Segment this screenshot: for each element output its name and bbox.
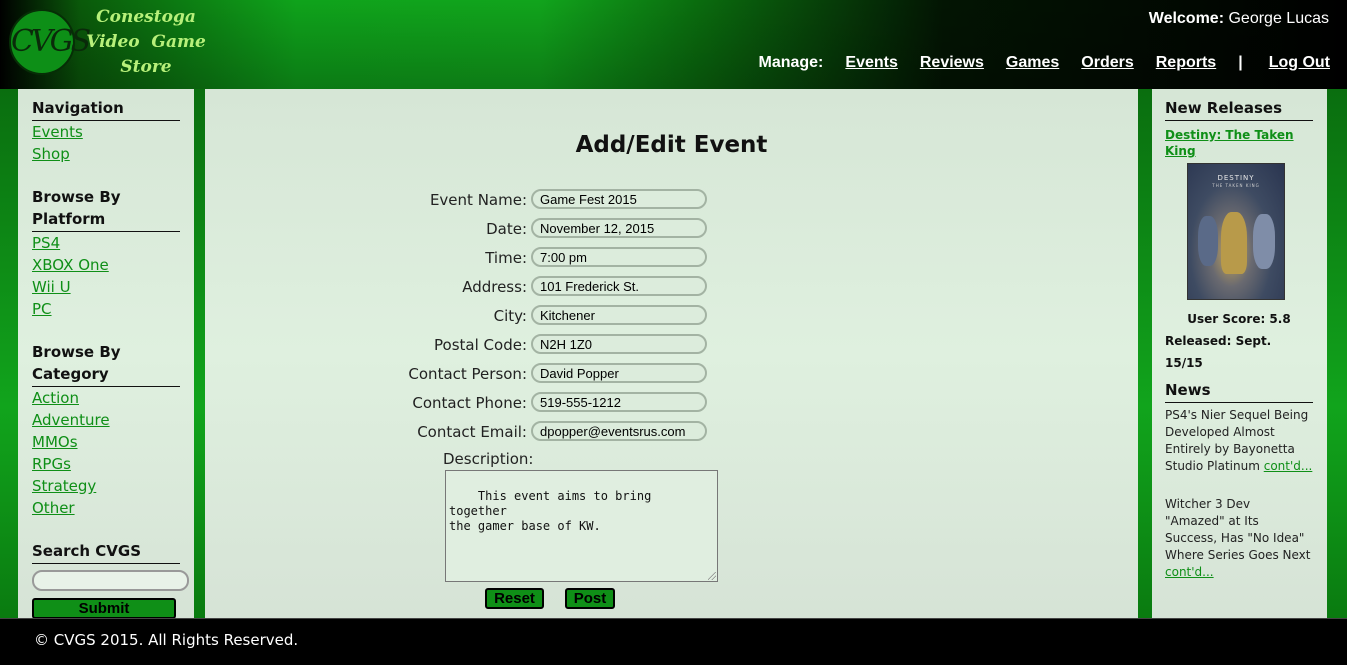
date-label: Date: <box>486 220 527 238</box>
logo-line: Store <box>120 57 172 77</box>
field-row-time: Time: 7:00 pm <box>205 246 905 270</box>
main-content: Add/Edit Event Event Name: Game Fest 201… <box>205 89 1138 618</box>
field-row-contact-email: Contact Email: dpopper@eventsrus.com <box>205 420 905 444</box>
field-row-postal-code: Postal Code: N2H 1Z0 <box>205 333 905 357</box>
time-input[interactable]: 7:00 pm <box>531 247 707 267</box>
postal-code-input[interactable]: N2H 1Z0 <box>531 334 707 354</box>
contact-email-input[interactable]: dpopper@eventsrus.com <box>531 421 707 441</box>
sidebar-link-shop[interactable]: Shop <box>32 143 189 165</box>
contact-person-input[interactable]: David Popper <box>531 363 707 383</box>
user-score: User Score: 5.8 <box>1187 312 1291 326</box>
new-release-link[interactable]: Destiny: The Taken King <box>1165 127 1313 159</box>
address-input[interactable]: 101 Frederick St. <box>531 276 707 296</box>
logout-link[interactable]: Log Out <box>1269 54 1330 72</box>
right-border <box>1327 89 1347 618</box>
news-continue-link[interactable]: cont'd... <box>1264 459 1313 473</box>
field-row-date: Date: November 12, 2015 <box>205 217 905 241</box>
address-label: Address: <box>462 278 527 296</box>
column-divider <box>1138 89 1152 618</box>
field-row-city: City: Kitchener <box>205 304 905 328</box>
release-date: Released: Sept. 15/15 <box>1165 334 1272 370</box>
search-input[interactable] <box>32 570 189 591</box>
category-link-strategy[interactable]: Strategy <box>32 475 189 497</box>
welcome-user: George Lucas <box>1228 10 1329 27</box>
contact-phone-label: Contact Phone: <box>412 394 527 412</box>
post-button[interactable]: Post <box>565 588 615 609</box>
description-label: Description: <box>443 450 534 468</box>
welcome-label: Welcome: <box>1148 10 1225 27</box>
contact-person-label: Contact Person: <box>408 365 527 383</box>
description-text: This event aims to bring together the ga… <box>449 489 652 533</box>
field-row-contact-phone: Contact Phone: 519-555-1212 <box>205 391 905 415</box>
contact-phone-input[interactable]: 519-555-1212 <box>531 392 707 412</box>
news-heading: News <box>1165 379 1313 403</box>
news-continue-link[interactable]: cont'd... <box>1165 565 1214 579</box>
nav-reviews[interactable]: Reviews <box>920 54 984 72</box>
news-item: Witcher 3 Dev "Amazed" at Its Success, H… <box>1165 496 1313 581</box>
news-text: Witcher 3 Dev "Amazed" at Its Success, H… <box>1165 497 1311 562</box>
right-sidebar: New Releases Destiny: The Taken King DES… <box>1152 89 1327 618</box>
date-input[interactable]: November 12, 2015 <box>531 218 707 238</box>
category-link-mmos[interactable]: MMOs <box>32 431 189 453</box>
left-sidebar: Navigation Events Shop Browse By Platfor… <box>18 89 194 619</box>
nav-events[interactable]: Events <box>845 54 897 72</box>
logo-line: Conestoga <box>96 7 196 27</box>
city-input[interactable]: Kitchener <box>531 305 707 325</box>
welcome-message: Welcome: George Lucas <box>1149 10 1329 28</box>
platform-link-pc[interactable]: PC <box>32 298 189 320</box>
event-name-input[interactable]: Game Fest 2015 <box>531 189 707 209</box>
search-heading: Search CVGS <box>32 540 180 564</box>
contact-email-label: Contact Email: <box>417 423 527 441</box>
top-navigation: Manage: Events Reviews Games Orders Repo… <box>758 54 1330 72</box>
platform-heading: Browse By Platform <box>32 186 180 232</box>
search-submit-button[interactable]: Submit <box>32 598 176 619</box>
field-row-event-name: Event Name: Game Fest 2015 <box>205 188 905 212</box>
nav-orders[interactable]: Orders <box>1081 54 1133 72</box>
time-label: Time: <box>485 249 527 267</box>
reset-button[interactable]: Reset <box>485 588 544 609</box>
event-name-label: Event Name: <box>429 191 527 209</box>
site-logo-text: Conestoga Video Game Store <box>84 5 208 80</box>
description-textarea[interactable]: This event aims to bring together the ga… <box>445 470 718 582</box>
category-link-rpgs[interactable]: RPGs <box>32 453 189 475</box>
sidebar-link-events[interactable]: Events <box>32 121 189 143</box>
new-releases-heading: New Releases <box>1165 97 1313 121</box>
copyright-text: © CVGS 2015. All Rights Reserved. <box>34 631 299 649</box>
platform-link-ps4[interactable]: PS4 <box>32 232 189 254</box>
cover-title: DESTINY <box>1217 174 1255 182</box>
postal-code-label: Postal Code: <box>434 336 527 354</box>
navigation-heading: Navigation <box>32 97 180 121</box>
category-link-action[interactable]: Action <box>32 387 189 409</box>
site-footer: © CVGS 2015. All Rights Reserved. <box>0 618 1347 665</box>
platform-link-wii-u[interactable]: Wii U <box>32 276 189 298</box>
logo-initials: CVGS <box>11 24 91 59</box>
column-divider <box>194 89 205 618</box>
nav-reports[interactable]: Reports <box>1156 54 1216 72</box>
site-logo[interactable]: CVGS <box>9 9 91 75</box>
manage-label: Manage: <box>758 54 824 71</box>
site-header: CVGS Conestoga Video Game Store Welcome:… <box>0 0 1347 89</box>
logo-line: Video Game <box>86 32 206 52</box>
page-title: Add/Edit Event <box>575 132 768 158</box>
game-cover-image[interactable]: DESTINY THE TAKEN KING <box>1187 163 1285 300</box>
category-heading: Browse By Category <box>32 341 180 387</box>
news-item: PS4's Nier Sequel Being Developed Almost… <box>1165 407 1313 475</box>
cover-subtitle: THE TAKEN KING <box>1212 183 1260 188</box>
city-label: City: <box>493 307 527 325</box>
category-link-adventure[interactable]: Adventure <box>32 409 189 431</box>
resize-grip-icon[interactable] <box>708 572 716 580</box>
field-row-address: Address: 101 Frederick St. <box>205 275 905 299</box>
nav-games[interactable]: Games <box>1006 54 1059 72</box>
category-link-other[interactable]: Other <box>32 497 189 519</box>
field-row-contact-person: Contact Person: David Popper <box>205 362 905 386</box>
platform-link-xbox-one[interactable]: XBOX One <box>32 254 189 276</box>
left-border <box>0 89 18 618</box>
nav-separator: | <box>1238 54 1243 71</box>
